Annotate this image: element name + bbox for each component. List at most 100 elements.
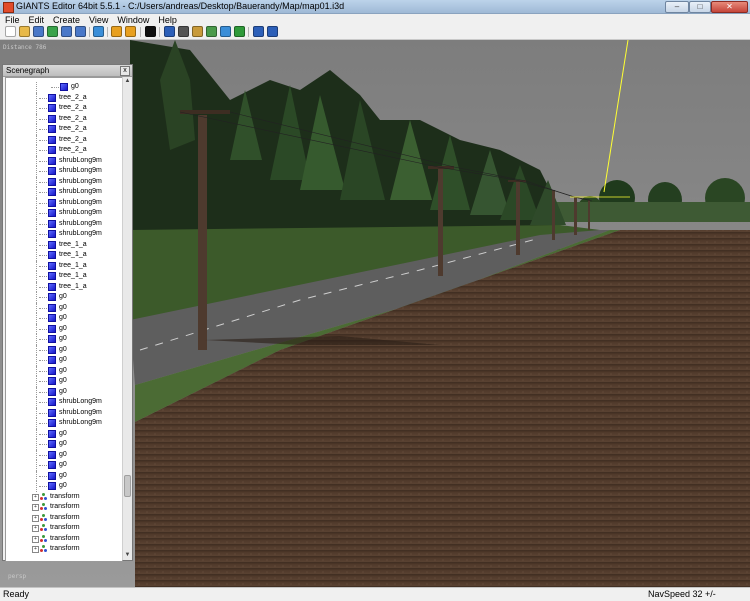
scenegraph-node-label: transform (50, 503, 80, 510)
scenegraph-node[interactable]: shrubLong9m (6, 208, 122, 219)
save-icon[interactable] (33, 26, 44, 37)
scenegraph-node[interactable]: g0 (6, 439, 122, 450)
scenegraph-node[interactable]: g0 (6, 334, 122, 345)
maximize-button[interactable]: □ (689, 1, 711, 13)
scroll-down-arrow-icon[interactable]: ▼ (123, 551, 132, 560)
toolbar-separator (248, 27, 249, 37)
minimize-button[interactable]: – (665, 1, 689, 13)
scenegraph-node[interactable]: g0 (6, 323, 122, 334)
scenegraph-node[interactable]: shrubLong9m (6, 155, 122, 166)
new-file-icon[interactable] (5, 26, 16, 37)
scenegraph-node[interactable]: + transform (6, 544, 122, 555)
tree-guide (39, 339, 47, 340)
scenegraph-node[interactable]: shrubLong9m (6, 218, 122, 229)
import-icon[interactable] (93, 26, 104, 37)
shape-cube-icon (48, 188, 56, 196)
terrain-sculpt-icon[interactable] (206, 26, 217, 37)
shape-cube-icon (48, 440, 56, 448)
reload-icon[interactable] (47, 26, 58, 37)
scenegraph-node[interactable]: g0 (6, 302, 122, 313)
expand-icon[interactable]: + (32, 514, 39, 522)
scenegraph-tree[interactable]: g0 tree_2_a tree_2_a tree_2_a tree_2_a tree_2… (5, 77, 123, 562)
scenegraph-node-label: g0 (59, 324, 67, 332)
expand-icon[interactable]: + (32, 504, 39, 511)
scenegraph-node[interactable]: g0 (6, 460, 122, 471)
scenegraph-node[interactable]: shrubLong9m (6, 176, 122, 187)
scroll-thumb[interactable] (124, 475, 131, 497)
scenegraph-node[interactable]: shrubLong9m (6, 418, 122, 429)
scenegraph-node[interactable]: g0 (6, 344, 122, 355)
scenegraph-node[interactable]: shrubLong9m (6, 229, 122, 240)
scenegraph-node[interactable]: g0 (6, 365, 122, 376)
tree-guide (36, 376, 37, 387)
scenegraph-node[interactable]: tree_1_a (6, 239, 122, 250)
scenegraph-node[interactable]: tree_1_a (6, 250, 122, 261)
scenegraph-node[interactable]: tree_2_a (6, 92, 122, 103)
tree-guide (51, 87, 59, 88)
scenegraph-node-label: tree_1_a (59, 261, 87, 269)
close-button[interactable]: ✕ (711, 1, 748, 13)
scenegraph-node[interactable]: g0 (6, 355, 122, 366)
scenegraph-node-label: g0 (59, 345, 67, 353)
settings-icon[interactable] (253, 26, 264, 37)
scenegraph-node[interactable]: shrubLong9m (6, 407, 122, 418)
scenegraph-node[interactable]: g0 (6, 386, 122, 397)
tree-guide (36, 145, 37, 156)
toolbar-separator (107, 27, 108, 37)
scenegraph-node[interactable]: tree_2_a (6, 134, 122, 145)
decal-icon[interactable] (234, 26, 245, 37)
scenegraph-node[interactable]: g0 (6, 428, 122, 439)
redo-icon[interactable] (125, 26, 136, 37)
scenegraph-node[interactable]: shrubLong9m (6, 166, 122, 177)
scenegraph-node[interactable]: tree_1_a (6, 260, 122, 271)
tree-guide (39, 108, 47, 109)
open-folder-icon[interactable] (19, 26, 30, 37)
shape-cube-icon (48, 471, 56, 480)
scenegraph-scrollbar[interactable]: ▲ ▼ (122, 77, 132, 560)
select-icon[interactable] (164, 26, 175, 37)
scenegraph-node[interactable]: + transform (6, 492, 122, 503)
expand-icon[interactable]: + (32, 493, 39, 501)
scenegraph-node[interactable]: + transform (6, 534, 122, 545)
scroll-up-arrow-icon[interactable]: ▲ (123, 77, 132, 86)
save-as-icon[interactable] (75, 26, 86, 37)
scenegraph-node-label: g0 (59, 335, 67, 342)
scenegraph-node[interactable]: tree_2_a (6, 124, 122, 135)
scenegraph-node[interactable]: tree_2_a (6, 103, 122, 114)
scenegraph-node[interactable]: + transform (6, 513, 122, 524)
scenegraph-node-label: shrubLong9m (59, 156, 102, 164)
transform-icon (40, 545, 48, 553)
scenegraph-node[interactable]: shrubLong9m (6, 397, 122, 408)
expand-icon[interactable]: + (32, 525, 39, 532)
terrain-paint-icon[interactable] (192, 26, 203, 37)
scenegraph-node[interactable]: shrubLong9m (6, 187, 122, 198)
tree-guide (39, 423, 47, 424)
gear-icon[interactable] (267, 26, 278, 37)
scenegraph-node[interactable]: g0 (6, 376, 122, 387)
expand-icon[interactable]: + (32, 535, 39, 543)
scenegraph-node[interactable]: g0 (6, 313, 122, 324)
scenegraph-node[interactable]: g0 (6, 292, 122, 303)
undo-icon[interactable] (111, 26, 122, 37)
scenegraph-node[interactable]: tree_2_a (6, 145, 122, 156)
tree-guide (39, 276, 47, 277)
scenegraph-node[interactable]: + transform (6, 523, 122, 534)
foliage-paint-icon[interactable] (220, 26, 231, 37)
scenegraph-node[interactable]: tree_2_a (6, 113, 122, 124)
export-icon[interactable] (61, 26, 72, 37)
expand-icon[interactable]: + (32, 546, 39, 553)
scenegraph-node[interactable]: tree_1_a (6, 281, 122, 292)
toolbar-separator (140, 27, 141, 37)
scenegraph-node[interactable]: g0 (6, 82, 122, 93)
move-icon[interactable] (178, 26, 189, 37)
scenegraph-close-button[interactable]: x (120, 66, 130, 76)
tree-guide (39, 465, 47, 466)
scenegraph-node[interactable]: g0 (6, 481, 122, 492)
scenegraph-node[interactable]: tree_1_a (6, 271, 122, 282)
scenegraph-node[interactable]: shrubLong9m (6, 197, 122, 208)
scenegraph-node[interactable]: + transform (6, 502, 122, 513)
scenegraph-node[interactable]: g0 (6, 470, 122, 481)
play-icon[interactable] (145, 26, 156, 37)
tree-guide (36, 92, 37, 103)
scenegraph-node[interactable]: g0 (6, 449, 122, 460)
